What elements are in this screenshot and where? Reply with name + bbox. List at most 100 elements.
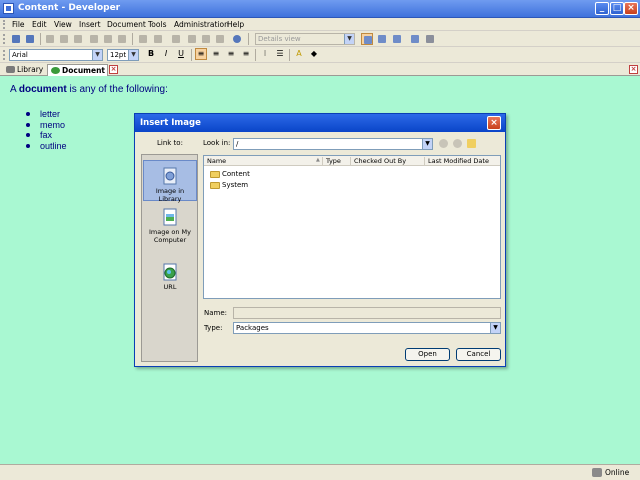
toolbar-separator xyxy=(248,33,249,45)
numbered-list-icon[interactable]: ☰ xyxy=(274,48,286,60)
type-select[interactable]: Packages ▼ xyxy=(233,322,501,334)
file-list[interactable]: Name ▲ Type Checked Out By Last Modified… xyxy=(203,155,501,299)
document-tab-icon xyxy=(51,67,60,74)
new-folder-icon[interactable] xyxy=(467,139,476,148)
back-icon[interactable] xyxy=(439,139,448,148)
align-left-icon[interactable]: ≡ xyxy=(195,48,207,60)
column-checked-out-by[interactable]: Checked Out By xyxy=(354,157,406,166)
menu-help[interactable]: Help xyxy=(227,20,244,29)
file-name: Content xyxy=(222,170,250,178)
redo-icon[interactable] xyxy=(152,33,164,45)
toolbar-grip xyxy=(3,34,5,44)
chevron-down-icon: ▼ xyxy=(490,323,500,333)
save-icon[interactable] xyxy=(24,33,36,45)
layout-split-horizontal-icon[interactable] xyxy=(376,33,388,45)
list-item[interactable]: System xyxy=(210,180,248,190)
font-size-value: 12pt xyxy=(110,51,127,59)
menu-file[interactable]: File xyxy=(12,20,25,29)
link-option-library[interactable]: Image in Library xyxy=(143,160,197,203)
minimize-button[interactable]: _ xyxy=(595,2,609,15)
align-center-icon[interactable]: ≡ xyxy=(210,48,222,60)
layout-split-vertical-icon[interactable] xyxy=(391,33,403,45)
folder-icon xyxy=(210,182,220,189)
font-color-icon[interactable]: A xyxy=(293,48,305,60)
app-icon xyxy=(3,3,14,14)
list-item[interactable]: Content xyxy=(210,169,250,179)
table-icon[interactable] xyxy=(214,33,226,45)
menu-document[interactable]: Document xyxy=(107,20,146,29)
paste-icon[interactable] xyxy=(116,33,128,45)
menu-administration[interactable]: Administration xyxy=(174,20,229,29)
link-icon[interactable] xyxy=(170,33,182,45)
view-select[interactable]: Details view ▼ xyxy=(255,33,355,45)
replace-icon[interactable] xyxy=(200,33,212,45)
chevron-down-icon: ▼ xyxy=(128,50,138,60)
look-in-select[interactable]: / ▼ xyxy=(233,138,433,150)
justify-icon[interactable]: ≡ xyxy=(240,48,252,60)
column-last-modified[interactable]: Last Modified Date xyxy=(428,157,489,166)
file-name: System xyxy=(222,181,249,189)
toolbar-separator xyxy=(191,49,192,61)
name-field[interactable] xyxy=(233,307,501,319)
type-select-value: Packages xyxy=(236,324,269,332)
link-option-url-label: URL xyxy=(163,283,177,291)
standard-toolbar: Details view ▼ xyxy=(0,31,640,47)
link-option-url[interactable]: URL xyxy=(143,263,197,295)
close-button[interactable]: × xyxy=(624,2,638,15)
properties-icon[interactable] xyxy=(424,33,436,45)
chevron-down-icon: ▼ xyxy=(344,34,354,44)
menu-grip xyxy=(3,20,5,29)
close-tab-icon[interactable]: × xyxy=(109,65,118,74)
copy-icon[interactable] xyxy=(102,33,114,45)
heading-suffix: is any of the following: xyxy=(69,84,168,95)
toolbar-separator xyxy=(255,49,256,61)
column-name[interactable]: Name xyxy=(207,157,226,166)
maximize-button[interactable]: □ xyxy=(610,2,624,15)
font-select[interactable]: Arial ▼ xyxy=(9,49,103,61)
tab-document[interactable]: Document xyxy=(47,64,108,76)
heading-prefix: A xyxy=(10,84,17,95)
library-tab-icon xyxy=(6,66,15,73)
help-icon[interactable] xyxy=(231,33,243,45)
column-type[interactable]: Type xyxy=(326,157,341,166)
menu-edit[interactable]: Edit xyxy=(32,20,47,29)
menu-tools[interactable]: Tools xyxy=(148,20,166,29)
window-icon[interactable] xyxy=(409,33,421,45)
print-icon[interactable] xyxy=(44,33,56,45)
cancel-button[interactable]: Cancel xyxy=(456,348,501,361)
computer-image-icon xyxy=(161,208,179,226)
sort-icon: ▲ xyxy=(316,157,320,163)
preview-icon[interactable] xyxy=(58,33,70,45)
highlight-icon[interactable]: ◆ xyxy=(308,48,320,60)
bullet-list-icon[interactable]: ⁝ xyxy=(259,48,271,60)
cut-icon[interactable] xyxy=(88,33,100,45)
link-option-computer[interactable]: Image on My Computer xyxy=(143,208,197,250)
close-document-icon[interactable]: × xyxy=(629,65,638,74)
underline-button[interactable]: U xyxy=(175,48,187,60)
chevron-down-icon: ▼ xyxy=(422,139,432,149)
spell-icon[interactable] xyxy=(72,33,84,45)
up-folder-icon[interactable] xyxy=(453,139,462,148)
menu-view[interactable]: View xyxy=(54,20,72,29)
link-option-computer-label: Image on My Computer xyxy=(148,228,192,244)
font-size-select[interactable]: 12pt ▼ xyxy=(107,49,139,61)
toolbar-grip xyxy=(3,50,5,60)
toolbar-separator xyxy=(40,33,41,45)
insert-image-dialog: Insert Image × Link to: Look in: / ▼ Ima… xyxy=(134,113,506,367)
column-separator xyxy=(424,157,425,165)
title-bar: Content - Developer _ □ × xyxy=(0,0,640,18)
open-button[interactable]: Open xyxy=(405,348,450,361)
undo-icon[interactable] xyxy=(137,33,149,45)
menu-bar: File Edit View Insert Document Tools Adm… xyxy=(0,18,640,31)
file-list-header: Name ▲ Type Checked Out By Last Modified… xyxy=(204,156,500,166)
align-right-icon[interactable]: ≡ xyxy=(225,48,237,60)
bold-button[interactable]: B xyxy=(145,48,157,60)
menu-insert[interactable]: Insert xyxy=(79,20,101,29)
globe-icon xyxy=(161,263,179,281)
find-icon[interactable] xyxy=(186,33,198,45)
dialog-close-button[interactable]: × xyxy=(487,116,501,130)
layout-single-icon[interactable] xyxy=(361,33,373,45)
italic-button[interactable]: I xyxy=(160,48,172,60)
new-icon[interactable] xyxy=(10,33,22,45)
tab-library[interactable]: Library xyxy=(3,64,43,76)
